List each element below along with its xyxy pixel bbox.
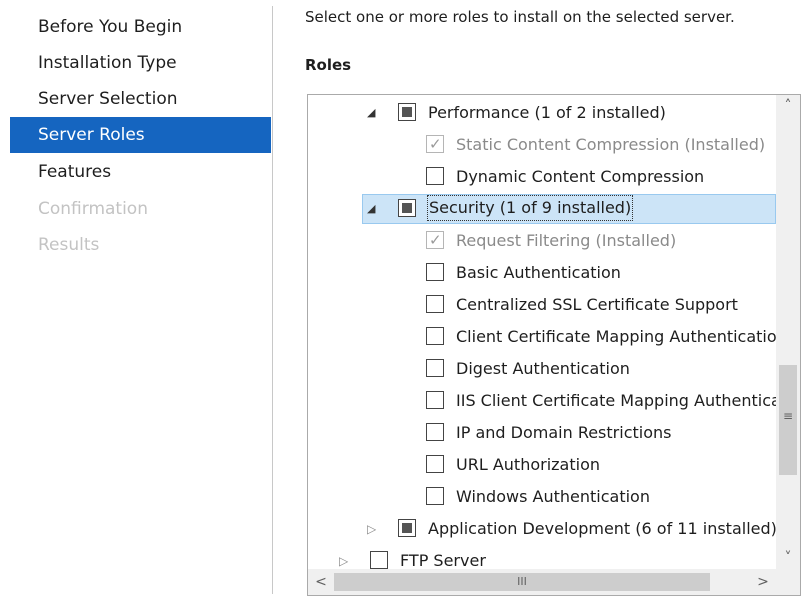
checkbox-dynamic-content-compression[interactable] [426, 167, 444, 185]
tree-row-label: Client Certificate Mapping Authenticatio [456, 327, 776, 346]
nav-item-installation-type[interactable]: Installation Type [10, 45, 271, 81]
checkbox-url-authorization[interactable] [426, 455, 444, 473]
tree-row-label: Static Content Compression (Installed) [456, 135, 766, 154]
wizard-navigation: Before You Begin Installation Type Serve… [0, 0, 272, 597]
expand-triangle-icon[interactable]: ◢ [367, 97, 375, 129]
checkbox-security[interactable] [398, 199, 416, 217]
nav-item-server-roles[interactable]: Server Roles [10, 117, 271, 153]
scrollbar-corner [776, 569, 800, 595]
vertical-scrollbar[interactable]: ˄ ≡ ˅ [776, 95, 800, 569]
nav-item-results: Results [38, 235, 100, 255]
tree-row-label: URL Authorization [456, 455, 600, 474]
expand-triangle-icon[interactable]: ◢ [367, 193, 375, 225]
horizontal-scroll-thumb[interactable]: III [334, 573, 710, 591]
tree-row-label: Centralized SSL Certificate Support [456, 295, 738, 314]
checkbox-application-development[interactable] [398, 519, 416, 537]
vertical-scroll-thumb[interactable]: ≡ [779, 365, 797, 475]
checkbox-ftp-server[interactable] [370, 551, 388, 569]
roles-heading: Roles [305, 56, 352, 74]
tree-row-label: Digest Authentication [456, 359, 630, 378]
tree-row-label: Application Development (6 of 11 install… [428, 519, 776, 538]
collapse-triangle-icon[interactable]: ▷ [367, 513, 376, 545]
checkbox-client-certificate-mapping[interactable] [426, 327, 444, 345]
checkbox-windows-authentication[interactable] [426, 487, 444, 505]
nav-item-before-you-begin[interactable]: Before You Begin [10, 9, 271, 45]
nav-divider [272, 6, 273, 594]
scroll-left-button[interactable]: < [310, 569, 332, 595]
tree-row-centralized-ssl[interactable]: Centralized SSL Certificate Support [308, 289, 776, 321]
scroll-down-button[interactable]: ˅ [776, 547, 800, 569]
grip-icon: ≡ [782, 409, 794, 423]
checkbox-request-filtering [426, 224, 444, 256]
checkbox-performance[interactable] [398, 103, 416, 121]
tree-row-label: Request Filtering (Installed) [456, 231, 677, 250]
tree-row-label: FTP Server [400, 551, 486, 569]
checkbox-centralized-ssl[interactable] [426, 295, 444, 313]
checkbox-digest-authentication[interactable] [426, 359, 444, 377]
tree-row-label: Basic Authentication [456, 263, 621, 282]
nav-item-server-selection[interactable]: Server Selection [10, 81, 271, 117]
roles-tree-rows: ◢ Performance (1 of 2 installed) Static … [308, 95, 776, 569]
scroll-up-button[interactable]: ˄ [776, 95, 800, 117]
checkbox-static-content-compression [426, 128, 444, 160]
tree-row-application-development[interactable]: ▷ Application Development (6 of 11 insta… [308, 513, 776, 545]
tree-row-url-authorization[interactable]: URL Authorization [308, 449, 776, 481]
tree-row-label: Dynamic Content Compression [456, 167, 705, 186]
nav-item-features[interactable]: Features [10, 154, 271, 190]
tree-row-ftp-server[interactable]: ▷ FTP Server [308, 545, 776, 569]
grip-icon: III [517, 575, 527, 588]
tree-row-dynamic-content-compression[interactable]: Dynamic Content Compression [308, 161, 776, 193]
tree-row-windows-authentication[interactable]: Windows Authentication [308, 481, 776, 513]
tree-row-iis-client-certificate-mapping[interactable]: IIS Client Certificate Mapping Authentic… [308, 385, 776, 417]
tree-row-client-certificate-mapping[interactable]: Client Certificate Mapping Authenticatio [308, 321, 776, 353]
tree-row-security[interactable]: ◢ Security (1 of 9 installed) [308, 193, 776, 225]
tree-row-label: Security (1 of 9 installed) [426, 195, 634, 221]
tree-row-label: Windows Authentication [456, 487, 650, 506]
scroll-right-button[interactable]: > [752, 569, 774, 595]
collapse-triangle-icon[interactable]: ▷ [339, 545, 348, 569]
tree-row-ip-domain-restrictions[interactable]: IP and Domain Restrictions [308, 417, 776, 449]
roles-tree[interactable]: ◢ Performance (1 of 2 installed) Static … [307, 94, 801, 596]
tree-row-label: Performance (1 of 2 installed) [428, 103, 666, 122]
checkbox-basic-authentication[interactable] [426, 263, 444, 281]
tree-row-label: IIS Client Certificate Mapping Authentic… [456, 391, 776, 410]
checkbox-iis-client-certificate-mapping[interactable] [426, 391, 444, 409]
nav-item-confirmation: Confirmation [38, 199, 148, 219]
tree-row-digest-authentication[interactable]: Digest Authentication [308, 353, 776, 385]
tree-row-label: IP and Domain Restrictions [456, 423, 672, 442]
tree-row-static-content-compression: Static Content Compression (Installed) [308, 128, 776, 161]
horizontal-scrollbar[interactable]: < III > [308, 569, 776, 595]
tree-row-basic-authentication[interactable]: Basic Authentication [308, 257, 776, 289]
tree-row-request-filtering: Request Filtering (Installed) [308, 224, 776, 257]
instruction-text: Select one or more roles to install on t… [305, 8, 735, 26]
checkbox-ip-domain-restrictions[interactable] [426, 423, 444, 441]
tree-row-performance[interactable]: ◢ Performance (1 of 2 installed) [308, 97, 776, 129]
